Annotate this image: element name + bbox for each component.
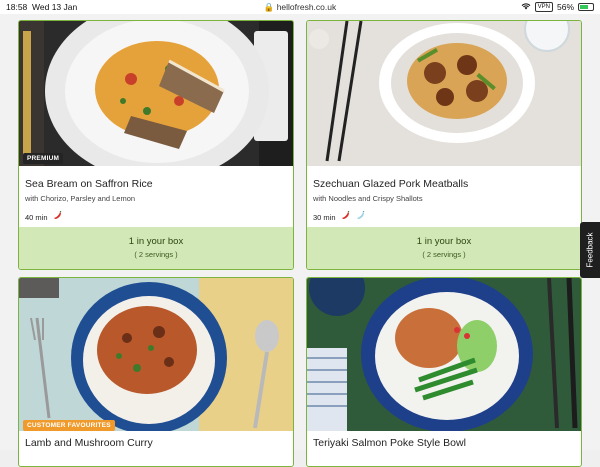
recipe-subtitle: with Chorizo, Parsley and Lemon (25, 194, 136, 203)
recipe-meta: 40 min (25, 210, 63, 223)
recipe-time: 30 min (313, 212, 336, 222)
battery-percent: 56% (556, 2, 574, 12)
chili-icon (341, 210, 351, 223)
recipe-title[interactable]: Teriyaki Salmon Poke Style Bowl (313, 437, 466, 449)
feedback-tab[interactable]: Feedback (580, 222, 600, 278)
recipe-photo-sea-bream: PREMIUM (19, 21, 293, 166)
lock-icon: 🔒 (263, 2, 275, 12)
recipe-grid: PREMIUM Sea Bream on Saffron Rice with C… (0, 14, 600, 467)
recipe-card[interactable]: Szechuan Glazed Pork Meatballs with Nood… (306, 20, 582, 270)
recipe-time: 40 min (25, 212, 48, 222)
servings: ( 2 servings ) (422, 250, 466, 259)
status-icons: VPN 56% (521, 2, 594, 12)
recipe-card[interactable]: CUSTOMER FAVOURITES Lamb and Mushroom Cu… (18, 277, 294, 467)
servings: ( 2 servings ) (134, 250, 178, 259)
recipe-subtitle: with Noodles and Crispy Shallots (313, 194, 423, 203)
chili-icon (53, 210, 63, 223)
recipe-photo-pork-meatballs (307, 21, 581, 166)
in-your-box-panel[interactable]: 1 in your box ( 2 servings ) (307, 227, 581, 269)
recipe-card[interactable]: Teriyaki Salmon Poke Style Bowl (306, 277, 582, 467)
recipe-title[interactable]: Lamb and Mushroom Curry (25, 437, 153, 449)
recipe-meta: 30 min (313, 210, 366, 223)
status-bar: 18:58 Wed 13 Jan 🔒 hellofresh.co.uk VPN … (0, 0, 600, 14)
recipe-photo-lamb-curry (19, 278, 293, 431)
pepper-icon (356, 210, 366, 223)
recipe-card[interactable]: PREMIUM Sea Bream on Saffron Rice with C… (18, 20, 294, 270)
customer-favourites-tag: CUSTOMER FAVOURITES (23, 420, 115, 431)
recipe-title[interactable]: Sea Bream on Saffron Rice (25, 178, 153, 190)
box-count: 1 in your box (128, 236, 184, 247)
vpn-badge: VPN (534, 2, 553, 12)
address-bar[interactable]: 🔒 hellofresh.co.uk (0, 2, 600, 13)
box-count: 1 in your box (416, 236, 472, 247)
recipe-photo-salmon-poke (307, 278, 581, 431)
premium-tag: PREMIUM (23, 153, 64, 164)
feedback-label: Feedback (585, 232, 595, 268)
in-your-box-panel[interactable]: 1 in your box ( 2 servings ) (19, 227, 293, 269)
recipe-title[interactable]: Szechuan Glazed Pork Meatballs (313, 178, 468, 190)
wifi-icon (521, 2, 531, 12)
battery-icon (578, 3, 594, 11)
